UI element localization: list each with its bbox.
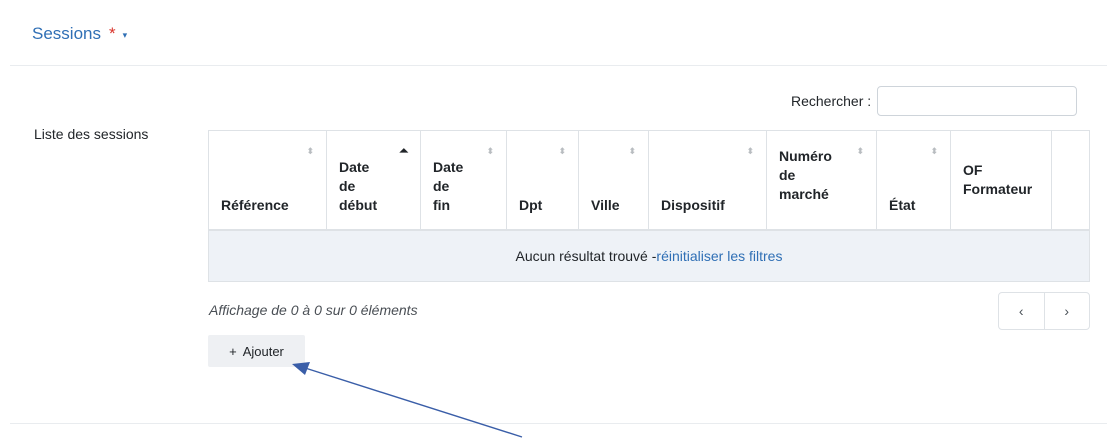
column-label: Date de début	[339, 159, 378, 213]
previous-page-button[interactable]: ‹	[999, 293, 1044, 329]
pagination: ‹ ›	[998, 292, 1090, 330]
column-header-dpt[interactable]: Dpt ⬍	[507, 131, 579, 229]
column-label: Dispositif	[661, 197, 725, 213]
column-header-date-debut[interactable]: Date de début ⏶	[327, 131, 421, 229]
sessions-table: Référence ⬍ Date de début ⏶ Date de fin …	[208, 130, 1090, 282]
column-label: Ville	[591, 197, 620, 213]
column-label: Date de fin	[433, 159, 464, 213]
sort-icon: ⬍	[558, 146, 566, 156]
search-input[interactable]	[877, 86, 1078, 116]
table-header: Référence ⬍ Date de début ⏶ Date de fin …	[209, 131, 1089, 231]
column-header-ville[interactable]: Ville ⬍	[579, 131, 649, 229]
divider-bottom	[10, 423, 1107, 424]
field-label: Liste des sessions	[34, 126, 149, 142]
column-header-numero-marche[interactable]: Numéro de marché ⬍	[767, 131, 877, 229]
search-bar: Rechercher :	[791, 86, 1078, 116]
column-header-of-formateur: OF Formateur	[951, 131, 1052, 229]
sort-icon: ⬍	[856, 146, 864, 156]
add-button[interactable]: + Ajouter	[208, 335, 305, 367]
column-header-dispositif[interactable]: Dispositif ⬍	[649, 131, 767, 229]
column-label: Référence	[221, 197, 289, 213]
empty-text: Aucun résultat trouvé -	[515, 248, 657, 264]
column-label: État	[889, 197, 916, 213]
column-header-reference[interactable]: Référence ⬍	[209, 131, 327, 229]
column-header-etat[interactable]: État ⬍	[877, 131, 951, 229]
sort-icon: ⬍	[930, 146, 938, 156]
next-page-button[interactable]: ›	[1043, 293, 1090, 329]
divider-top	[10, 65, 1107, 66]
column-label: OF Formateur	[963, 162, 1033, 197]
section-header[interactable]: Sessions * ▾	[32, 24, 127, 44]
sort-icon: ⬍	[306, 146, 314, 156]
search-label: Rechercher :	[791, 93, 872, 109]
add-button-label: Ajouter	[242, 343, 284, 359]
sort-icon: ⬍	[486, 146, 494, 156]
sort-icon: ⬍	[628, 146, 636, 156]
column-header-date-fin[interactable]: Date de fin ⬍	[421, 131, 507, 229]
section-title[interactable]: Sessions	[32, 24, 101, 44]
caret-down-icon[interactable]: ▾	[123, 30, 128, 41]
required-mark: *	[108, 24, 116, 43]
empty-results-row: Aucun résultat trouvé - réinitialiser le…	[209, 231, 1089, 282]
column-label: Dpt	[519, 197, 543, 213]
plus-icon: +	[229, 343, 237, 359]
sort-icon: ⬍	[746, 146, 754, 156]
sort-ascending-icon: ⏶	[399, 145, 408, 157]
column-label: Numéro de marché	[779, 148, 832, 202]
reset-filters-link[interactable]: réinitialiser les filtres	[656, 248, 782, 264]
column-header-actions	[1052, 131, 1089, 229]
table-info-text: Affichage de 0 à 0 sur 0 éléments	[209, 302, 418, 318]
